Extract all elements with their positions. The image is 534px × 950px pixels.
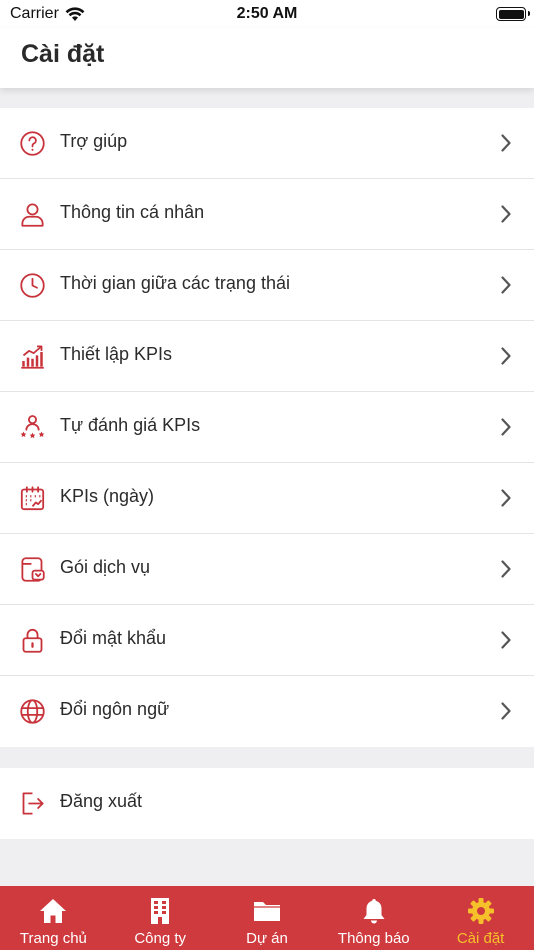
menu-item-kpi-self-review[interactable]: Tự đánh giá KPIs	[0, 392, 534, 463]
battery-icon	[496, 7, 530, 21]
menu-item-personal-info[interactable]: Thông tin cá nhân	[0, 179, 534, 250]
package-icon	[21, 557, 45, 582]
help-circle-icon	[20, 131, 45, 156]
menu-item-label: Trợ giúp	[60, 131, 128, 151]
logout-button[interactable]: Đăng xuất	[0, 768, 534, 839]
tab-label: Dự án	[246, 930, 288, 947]
page-header: Cài đặt	[0, 28, 534, 88]
chevron-right-icon	[501, 347, 511, 365]
building-icon	[151, 898, 170, 924]
globe-icon	[20, 699, 45, 724]
logout-icon	[22, 792, 44, 815]
menu-item-change-language[interactable]: Đổi ngôn ngữ	[0, 676, 534, 747]
tab-label: Trang chủ	[19, 930, 87, 947]
tab-company[interactable]: Công ty	[107, 886, 214, 950]
menu-item-label: Tự đánh giá KPIs	[60, 415, 201, 435]
menu-item-label: Đổi ngôn ngữ	[60, 699, 170, 719]
bell-icon	[363, 899, 385, 924]
menu-item-status-time[interactable]: Thời gian giữa các trạng thái	[0, 250, 534, 321]
menu-item-label: Đổi mật khẩu	[60, 628, 167, 648]
menu-item-daily-kpi[interactable]: KPIs (ngày)	[0, 463, 534, 534]
menu-item-label: Thời gian giữa các trạng thái	[60, 273, 290, 293]
settings-menu: Trợ giúp Thông tin cá nhân Thời gian giữ…	[0, 108, 534, 747]
person-icon	[21, 203, 44, 227]
bar-chart-icon	[21, 345, 44, 369]
lock-icon	[22, 628, 43, 653]
status-time: 2:50 AM	[236, 5, 298, 22]
menu-item-label: KPIs (ngày)	[60, 486, 155, 506]
chevron-right-icon	[501, 489, 511, 507]
home-icon	[40, 899, 67, 923]
menu-item-label: Thông tin cá nhân	[60, 202, 205, 222]
bottom-tab-bar: Trang chủ Công ty Dự án Thông báo Cài đặ…	[0, 886, 534, 950]
page-title: Cài đặt	[21, 40, 105, 68]
tab-label: Cài đặt	[456, 930, 505, 947]
tab-home[interactable]: Trang chủ	[0, 886, 107, 950]
chevron-right-icon	[501, 134, 511, 152]
logout-label: Đăng xuất	[60, 791, 143, 811]
menu-item-kpi-setup[interactable]: Thiết lập KPIs	[0, 321, 534, 392]
status-bar: Carrier 2:50 AM	[0, 0, 534, 28]
tab-project[interactable]: Dự án	[214, 886, 321, 950]
gear-icon	[467, 898, 494, 924]
tab-settings[interactable]: Cài đặt	[427, 886, 534, 950]
menu-item-change-password[interactable]: Đổi mật khẩu	[0, 605, 534, 676]
person-stars-icon	[20, 415, 45, 439]
clock-icon	[20, 273, 45, 298]
chevron-right-icon	[501, 205, 511, 223]
chevron-right-icon	[501, 560, 511, 578]
logout-group: Đăng xuất	[0, 768, 534, 839]
chevron-right-icon	[501, 631, 511, 649]
menu-item-help[interactable]: Trợ giúp	[0, 108, 534, 179]
chevron-right-icon	[501, 276, 511, 294]
menu-item-service-package[interactable]: Gói dịch vụ	[0, 534, 534, 605]
tab-label: Công ty	[134, 930, 187, 947]
calendar-icon	[20, 486, 45, 511]
tab-notifications[interactable]: Thông báo	[320, 886, 427, 950]
menu-item-label: Thiết lập KPIs	[60, 344, 173, 364]
chevron-right-icon	[501, 702, 511, 720]
menu-item-label: Gói dịch vụ	[60, 557, 151, 577]
tab-label: Thông báo	[337, 930, 410, 947]
chevron-right-icon	[501, 418, 511, 436]
folder-icon	[253, 902, 280, 921]
